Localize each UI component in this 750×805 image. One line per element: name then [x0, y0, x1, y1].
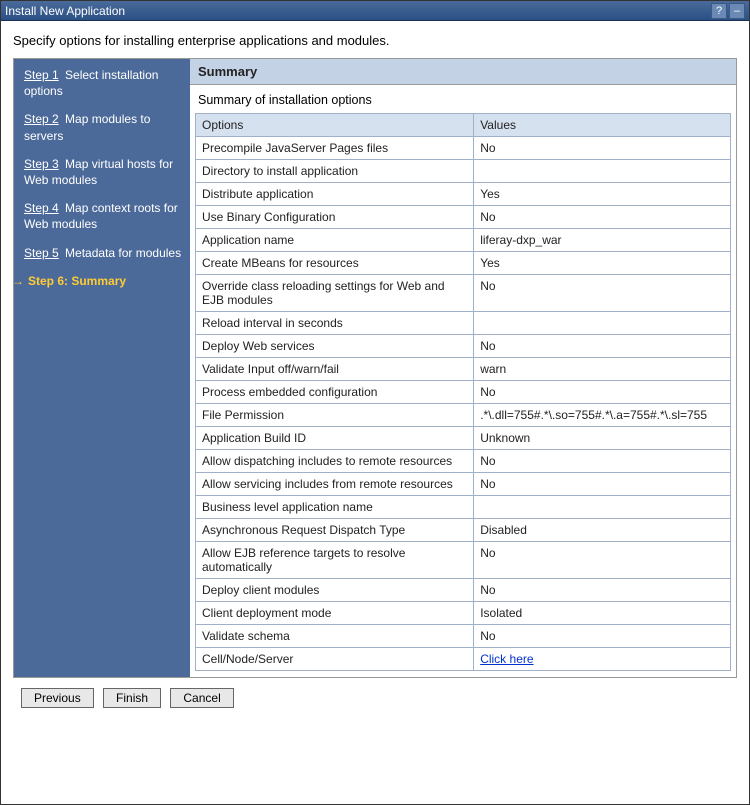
option-cell: File Permission — [196, 404, 474, 427]
previous-button[interactable]: Previous — [21, 688, 94, 708]
option-cell: Cell/Node/Server — [196, 648, 474, 671]
wizard-main: Summary Summary of installation options … — [190, 59, 736, 677]
value-cell: No — [474, 137, 731, 160]
step-3[interactable]: Step 3 Map virtual hosts for Web modules — [24, 156, 182, 188]
step-link[interactable]: Step 1 — [24, 68, 59, 82]
value-cell: No — [474, 381, 731, 404]
option-cell: Process embedded configuration — [196, 381, 474, 404]
option-cell: Client deployment mode — [196, 602, 474, 625]
cancel-button[interactable]: Cancel — [170, 688, 233, 708]
wizard-sidebar: Step 1 Select installation options Step 2… — [14, 59, 190, 677]
table-row: Use Binary ConfigurationNo — [196, 206, 731, 229]
option-cell: Allow dispatching includes to remote res… — [196, 450, 474, 473]
help-icon[interactable]: ? — [711, 3, 727, 19]
col-values: Values — [474, 114, 731, 137]
table-row: Process embedded configurationNo — [196, 381, 731, 404]
value-cell: Yes — [474, 183, 731, 206]
value-cell: No — [474, 275, 731, 312]
step-6-active: →Step 6: Summary — [24, 273, 182, 289]
table-row: Asynchronous Request Dispatch TypeDisabl… — [196, 519, 731, 542]
panel-header: Summary — [190, 59, 736, 85]
value-cell — [474, 312, 731, 335]
table-row: Create MBeans for resourcesYes — [196, 252, 731, 275]
value-cell: No — [474, 625, 731, 648]
value-cell: Unknown — [474, 427, 731, 450]
value-cell: No — [474, 450, 731, 473]
table-row: Deploy client modulesNo — [196, 579, 731, 602]
option-cell: Precompile JavaServer Pages files — [196, 137, 474, 160]
minimize-icon[interactable]: – — [729, 3, 745, 19]
install-app-window: Install New Application ? – Specify opti… — [0, 0, 750, 805]
window-title: Install New Application — [5, 4, 709, 18]
content-area: Specify options for installing enterpris… — [1, 21, 749, 730]
value-cell: .*\.dll=755#.*\.so=755#.*\.a=755#.*\.sl=… — [474, 404, 731, 427]
table-row: Distribute applicationYes — [196, 183, 731, 206]
table-row: Allow servicing includes from remote res… — [196, 473, 731, 496]
option-cell: Distribute application — [196, 183, 474, 206]
option-cell: Application Build ID — [196, 427, 474, 450]
table-row: Validate Input off/warn/failwarn — [196, 358, 731, 381]
summary-table: Options Values Precompile JavaServer Pag… — [195, 113, 731, 671]
value-cell: Click here — [474, 648, 731, 671]
value-cell — [474, 160, 731, 183]
option-cell: Application name — [196, 229, 474, 252]
value-cell — [474, 496, 731, 519]
col-options: Options — [196, 114, 474, 137]
value-cell: No — [474, 335, 731, 358]
table-row: Allow dispatching includes to remote res… — [196, 450, 731, 473]
table-row: Precompile JavaServer Pages filesNo — [196, 137, 731, 160]
table-row: File Permission.*\.dll=755#.*\.so=755#.*… — [196, 404, 731, 427]
option-cell: Reload interval in seconds — [196, 312, 474, 335]
step-1[interactable]: Step 1 Select installation options — [24, 67, 182, 99]
value-cell: No — [474, 542, 731, 579]
table-row: Validate schemaNo — [196, 625, 731, 648]
option-cell: Business level application name — [196, 496, 474, 519]
button-row: Previous Finish Cancel — [13, 678, 737, 718]
step-rest: Metadata for modules — [59, 246, 181, 260]
table-row: Client deployment modeIsolated — [196, 602, 731, 625]
option-cell: Allow servicing includes from remote res… — [196, 473, 474, 496]
value-cell: liferay-dxp_war — [474, 229, 731, 252]
option-cell: Validate Input off/warn/fail — [196, 358, 474, 381]
option-cell: Create MBeans for resources — [196, 252, 474, 275]
table-row: Application Build IDUnknown — [196, 427, 731, 450]
arrow-icon: → — [12, 273, 24, 289]
step-link[interactable]: Step 3 — [24, 157, 59, 171]
intro-text: Specify options for installing enterpris… — [13, 33, 737, 48]
table-row: Reload interval in seconds — [196, 312, 731, 335]
table-row: Allow EJB reference targets to resolve a… — [196, 542, 731, 579]
step-2[interactable]: Step 2 Map modules to servers — [24, 111, 182, 143]
click-here-link[interactable]: Click here — [480, 652, 533, 666]
option-cell: Override class reloading settings for We… — [196, 275, 474, 312]
step-link[interactable]: Step 5 — [24, 246, 59, 260]
step-link[interactable]: Step 4 — [24, 201, 59, 215]
option-cell: Validate schema — [196, 625, 474, 648]
table-row: Deploy Web servicesNo — [196, 335, 731, 358]
option-cell: Allow EJB reference targets to resolve a… — [196, 542, 474, 579]
finish-button[interactable]: Finish — [103, 688, 161, 708]
option-cell: Deploy client modules — [196, 579, 474, 602]
titlebar: Install New Application ? – — [1, 1, 749, 21]
value-cell: warn — [474, 358, 731, 381]
option-cell: Deploy Web services — [196, 335, 474, 358]
value-cell: No — [474, 206, 731, 229]
value-cell: Yes — [474, 252, 731, 275]
value-cell: No — [474, 473, 731, 496]
table-row: Override class reloading settings for We… — [196, 275, 731, 312]
step-4[interactable]: Step 4 Map context roots for Web modules — [24, 200, 182, 232]
table-row: Application nameliferay-dxp_war — [196, 229, 731, 252]
value-cell: Disabled — [474, 519, 731, 542]
wizard-layout: Step 1 Select installation options Step 2… — [13, 58, 737, 678]
table-row: Business level application name — [196, 496, 731, 519]
value-cell: No — [474, 579, 731, 602]
option-cell: Asynchronous Request Dispatch Type — [196, 519, 474, 542]
value-cell: Isolated — [474, 602, 731, 625]
step-5[interactable]: Step 5 Metadata for modules — [24, 245, 182, 261]
option-cell: Use Binary Configuration — [196, 206, 474, 229]
table-row: Cell/Node/Server Click here — [196, 648, 731, 671]
table-row: Directory to install application — [196, 160, 731, 183]
option-cell: Directory to install application — [196, 160, 474, 183]
step-link[interactable]: Step 2 — [24, 112, 59, 126]
panel-subhead: Summary of installation options — [190, 85, 736, 113]
